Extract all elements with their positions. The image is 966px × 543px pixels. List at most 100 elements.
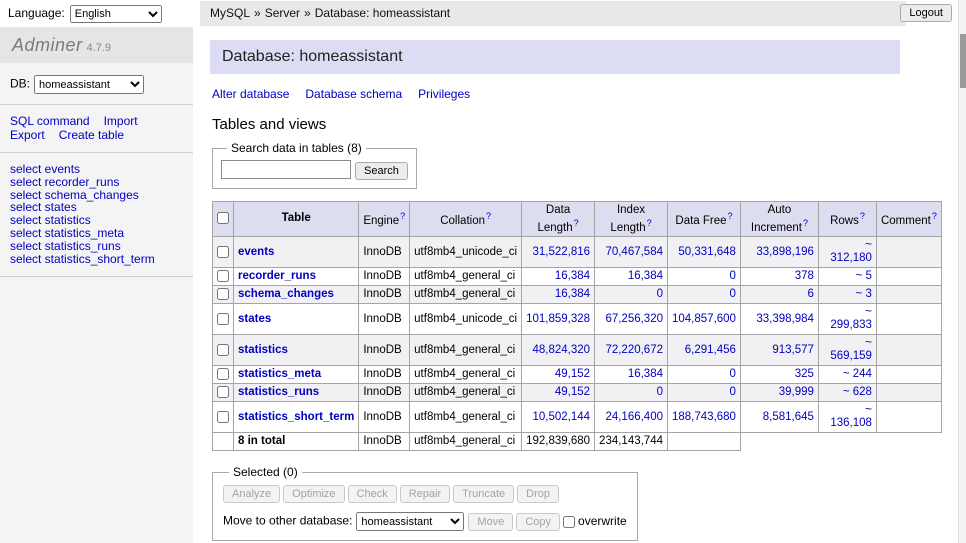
data-free-link[interactable]: 104,857,600 [672,313,736,325]
table-link[interactable]: schema_changes [238,288,334,300]
sidebar-link-import[interactable]: Import [104,114,138,128]
select-all-checkbox[interactable] [217,212,229,224]
data-length-link[interactable]: 101,859,328 [526,313,590,325]
data-free-link[interactable]: 50,331,648 [678,246,736,258]
index-length-link[interactable]: 0 [657,288,663,300]
rows-link[interactable]: ~ 5 [856,270,872,282]
table-name-cell: states [234,304,359,335]
check-button[interactable]: Check [348,485,397,503]
rows-link[interactable]: ~ 312,180 [830,239,872,264]
data-free-link[interactable]: 0 [730,270,736,282]
move-db-select[interactable]: homeassistant [356,512,464,531]
data-length-link[interactable]: 10,502,144 [532,411,590,423]
sidebar-link-sql-command[interactable]: SQL command [10,114,90,128]
auto-increment-link[interactable]: 39,999 [779,386,814,398]
truncate-button[interactable]: Truncate [453,485,514,503]
data-length-link[interactable]: 49,152 [555,368,590,380]
auto-increment-link[interactable]: 33,898,196 [756,246,814,258]
data-free-link[interactable]: 0 [730,368,736,380]
row-checkbox[interactable] [217,386,229,398]
privileges-link[interactable]: Privileges [418,87,470,101]
data-free-link[interactable]: 0 [730,288,736,300]
table-link[interactable]: statistics_short_term [238,411,354,423]
app-logo[interactable]: Adminer [12,35,83,55]
vertical-scrollbar[interactable] [958,0,966,543]
optimize-button[interactable]: Optimize [283,485,344,503]
breadcrumb-link-server[interactable]: Server [265,6,300,20]
row-checkbox[interactable] [217,270,229,282]
help-icon[interactable]: ? [574,218,579,228]
overwrite-checkbox[interactable] [563,516,575,528]
help-icon[interactable]: ? [860,211,865,221]
sidebar-link-create-table[interactable]: Create table [59,128,124,142]
rows-link[interactable]: ~ 136,108 [830,404,872,429]
index-length-link[interactable]: 16,384 [628,368,663,380]
sidebar-link-export[interactable]: Export [10,128,45,142]
data-free-link[interactable]: 0 [730,386,736,398]
auto-increment-link[interactable]: 913,577 [772,344,814,356]
database-schema-link[interactable]: Database schema [305,87,402,101]
analyze-button[interactable]: Analyze [223,485,280,503]
auto-increment-link[interactable]: 33,398,984 [756,313,814,325]
data-length-link[interactable]: 49,152 [555,386,590,398]
copy-button[interactable]: Copy [516,513,560,531]
index-length-link[interactable]: 70,467,584 [605,246,663,258]
sidebar-table-link[interactable]: select statistics_meta [10,227,183,240]
row-checkbox[interactable] [217,368,229,380]
data-length-link[interactable]: 16,384 [555,270,590,282]
auto-increment-link[interactable]: 378 [795,270,814,282]
table-link[interactable]: events [238,246,274,258]
help-icon[interactable]: ? [932,211,937,221]
table-link[interactable]: recorder_runs [238,270,316,282]
scrollbar-thumb[interactable] [960,34,966,88]
logout-button[interactable]: Logout [900,4,952,22]
row-checkbox[interactable] [217,344,229,356]
help-icon[interactable]: ? [400,211,405,221]
sidebar-table-link[interactable]: select events [10,163,183,176]
move-button[interactable]: Move [468,513,513,531]
sidebar-table-link[interactable]: select statistics_short_term [10,253,183,266]
help-icon[interactable]: ? [486,211,491,221]
search-button[interactable]: Search [355,162,408,180]
language-select[interactable]: English [70,5,162,23]
help-icon[interactable]: ? [728,211,733,221]
data-length-link[interactable]: 31,522,816 [532,246,590,258]
alter-database-link[interactable]: Alter database [212,87,289,101]
row-checkbox[interactable] [217,288,229,300]
data-length-cell: 31,522,816 [522,237,595,268]
drop-button[interactable]: Drop [517,485,559,503]
index-length-link[interactable]: 24,166,400 [605,411,663,423]
rows-link[interactable]: ~ 628 [843,386,872,398]
repair-button[interactable]: Repair [400,485,450,503]
data-free-link[interactable]: 6,291,456 [685,344,736,356]
auto-increment-link[interactable]: 8,581,645 [763,411,814,423]
index-length-link[interactable]: 0 [657,386,663,398]
data-length-link[interactable]: 48,824,320 [532,344,590,356]
index-length-link[interactable]: 72,220,672 [605,344,663,356]
data-length-link[interactable]: 16,384 [555,288,590,300]
table-link[interactable]: statistics_meta [238,368,321,380]
breadcrumb-link-mysql[interactable]: MySQL [210,6,250,20]
row-checkbox[interactable] [217,246,229,258]
rows-link[interactable]: ~ 244 [843,368,872,380]
data-free-link[interactable]: 188,743,680 [672,411,736,423]
sidebar-table-link[interactable]: select recorder_runs [10,176,183,189]
table-link[interactable]: statistics_runs [238,386,319,398]
rows-link[interactable]: ~ 299,833 [830,306,872,331]
row-checkbox[interactable] [217,411,229,423]
table-link[interactable]: states [238,313,271,325]
help-icon[interactable]: ? [803,218,808,228]
breadcrumb-current: Database: homeassistant [315,6,450,20]
help-icon[interactable]: ? [647,218,652,228]
row-checkbox[interactable] [217,313,229,325]
sidebar-table-link[interactable]: select statistics_runs [10,240,183,253]
rows-link[interactable]: ~ 569,159 [830,337,872,362]
auto-increment-link[interactable]: 6 [808,288,814,300]
table-link[interactable]: statistics [238,344,288,356]
rows-link[interactable]: ~ 3 [856,288,872,300]
index-length-link[interactable]: 16,384 [628,270,663,282]
index-length-link[interactable]: 67,256,320 [605,313,663,325]
db-select[interactable]: homeassistant [34,75,144,94]
auto-increment-link[interactable]: 325 [795,368,814,380]
search-input[interactable] [221,160,351,179]
